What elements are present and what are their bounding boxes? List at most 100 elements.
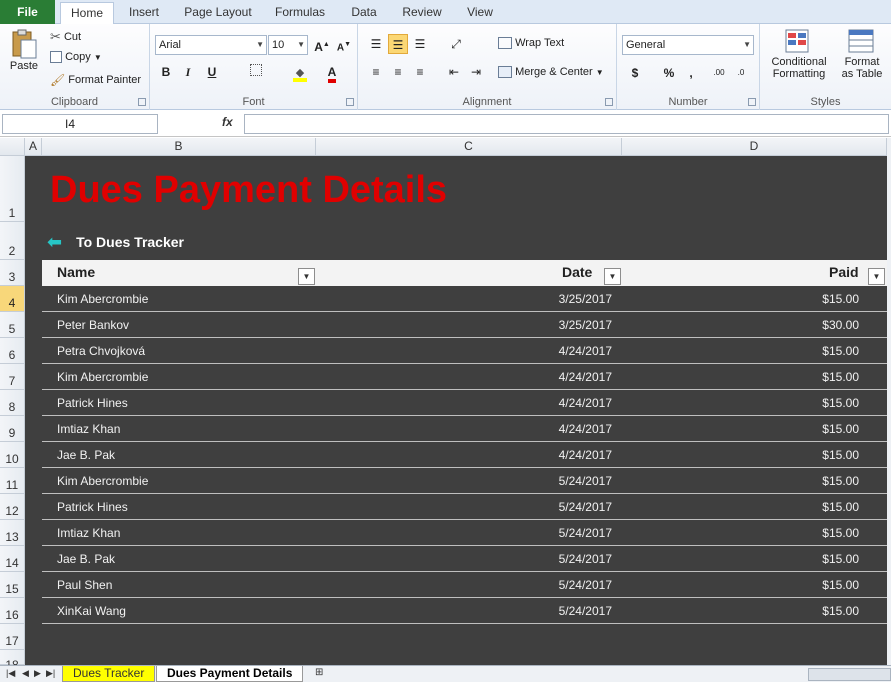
format-as-table-button[interactable]: Format as Table [836, 28, 888, 80]
align-middle-button[interactable]: ☰ [388, 34, 408, 54]
dialog-launcher-icon[interactable] [748, 98, 756, 106]
align-bottom-button[interactable]: ☰ [410, 34, 430, 54]
table-row[interactable]: Patrick Hines 5/24/2017 $15.00 [42, 494, 887, 520]
cell-name[interactable]: Kim Abercrombie [57, 474, 148, 488]
row-header-17[interactable]: 17 [0, 624, 25, 650]
copy-button[interactable]: Copy ▼ [50, 51, 102, 64]
insert-function-button[interactable]: fx [222, 115, 233, 129]
name-box[interactable]: I4 [2, 114, 158, 134]
row-header-4[interactable]: 4 [0, 286, 25, 312]
column-header-c[interactable]: C [316, 138, 622, 156]
font-name-select[interactable]: Arial ▼ [155, 35, 267, 55]
sheet-tab-dues-payment-details[interactable]: Dues Payment Details [156, 666, 304, 682]
cell-name[interactable]: Petra Chvojková [57, 344, 145, 358]
cell-name[interactable]: Jae B. Pak [57, 448, 115, 462]
decrease-indent-button[interactable]: ⇤ [444, 62, 464, 82]
horizontal-scrollbar[interactable] [808, 668, 891, 681]
cell-date[interactable]: 5/24/2017 [512, 526, 612, 540]
worksheet-grid[interactable]: Dues Payment Details ⬅ To Dues Tracker Na… [25, 156, 887, 665]
dialog-launcher-icon[interactable] [605, 98, 613, 106]
row-header-7[interactable]: 7 [0, 364, 25, 390]
cell-date[interactable]: 5/24/2017 [512, 578, 612, 592]
font-size-select[interactable]: 10 ▼ [268, 35, 308, 55]
table-row[interactable]: Paul Shen 5/24/2017 $15.00 [42, 572, 887, 598]
align-top-button[interactable]: ☰ [366, 34, 386, 54]
fill-color-button[interactable]: ◆ [290, 62, 310, 82]
cell-date[interactable]: 5/24/2017 [512, 500, 612, 514]
cell-date[interactable]: 4/24/2017 [512, 370, 612, 384]
cell-name[interactable]: XinKai Wang [57, 604, 126, 618]
tab-data[interactable]: Data [344, 2, 384, 24]
tab-formulas[interactable]: Formulas [270, 2, 330, 24]
borders-button[interactable] [246, 62, 266, 82]
cell-paid[interactable]: $15.00 [822, 344, 859, 358]
align-left-button[interactable]: ≡ [366, 62, 386, 82]
increase-indent-button[interactable]: ⇥ [466, 62, 486, 82]
align-center-button[interactable]: ≡ [388, 62, 408, 82]
cell-paid[interactable]: $30.00 [822, 318, 859, 332]
date-filter-button[interactable]: ▼ [604, 268, 621, 285]
italic-button[interactable]: I [178, 62, 198, 82]
cell-date[interactable]: 4/24/2017 [512, 396, 612, 410]
table-row[interactable]: Petra Chvojková 4/24/2017 $15.00 [42, 338, 887, 364]
format-painter-button[interactable]: 🖌 Format Painter [50, 73, 141, 87]
cell-date[interactable]: 5/24/2017 [512, 474, 612, 488]
table-row[interactable]: Imtiaz Khan 4/24/2017 $15.00 [42, 416, 887, 442]
paid-filter-button[interactable]: ▼ [868, 268, 885, 285]
cell-paid[interactable]: $15.00 [822, 526, 859, 540]
row-header-10[interactable]: 10 [0, 442, 25, 468]
cell-date[interactable]: 4/24/2017 [512, 344, 612, 358]
tab-page-layout[interactable]: Page Layout [180, 2, 256, 24]
row-header-1[interactable]: 1 [0, 156, 25, 222]
row-header-6[interactable]: 6 [0, 338, 25, 364]
cut-button[interactable]: ✂ Cut [50, 29, 81, 45]
row-header-18[interactable]: 18 [0, 650, 25, 672]
column-header-a[interactable]: A [25, 138, 42, 156]
tab-view[interactable]: View [460, 2, 500, 24]
cell-paid[interactable]: $15.00 [822, 500, 859, 514]
table-row[interactable]: Imtiaz Khan 5/24/2017 $15.00 [42, 520, 887, 546]
cell-name[interactable]: Patrick Hines [57, 500, 128, 514]
column-header-b[interactable]: B [42, 138, 316, 156]
cell-paid[interactable]: $15.00 [822, 370, 859, 384]
row-header-11[interactable]: 11 [0, 468, 25, 494]
cell-date[interactable]: 4/24/2017 [512, 422, 612, 436]
formula-input[interactable] [244, 114, 889, 134]
cell-paid[interactable]: $15.00 [822, 292, 859, 306]
cell-paid[interactable]: $15.00 [822, 422, 859, 436]
cell-name[interactable]: Jae B. Pak [57, 552, 115, 566]
underline-button[interactable]: U [202, 62, 222, 82]
tab-review[interactable]: Review [396, 2, 448, 24]
cell-name[interactable]: Kim Abercrombie [57, 292, 148, 306]
cell-date[interactable]: 3/25/2017 [512, 318, 612, 332]
next-sheet-icon[interactable]: ▶ [34, 668, 41, 679]
cell-date[interactable]: 5/24/2017 [512, 552, 612, 566]
shrink-font-button[interactable]: A▼ [334, 35, 354, 55]
paste-button[interactable]: Paste [6, 28, 42, 72]
cell-name[interactable]: Patrick Hines [57, 396, 128, 410]
decrease-decimal-button[interactable]: .0 [731, 63, 751, 83]
cell-date[interactable]: 3/25/2017 [512, 292, 612, 306]
first-sheet-icon[interactable]: |◀ [6, 668, 15, 679]
name-filter-button[interactable]: ▼ [298, 268, 315, 285]
table-row[interactable]: Jae B. Pak 5/24/2017 $15.00 [42, 546, 887, 572]
number-format-select[interactable]: General ▼ [622, 35, 754, 55]
percent-button[interactable]: % [659, 63, 679, 83]
cell-paid[interactable]: $15.00 [822, 474, 859, 488]
row-header-9[interactable]: 9 [0, 416, 25, 442]
sheet-tab-dues-tracker[interactable]: Dues Tracker [62, 666, 156, 682]
cell-name[interactable]: Imtiaz Khan [57, 422, 120, 436]
cell-date[interactable]: 4/24/2017 [512, 448, 612, 462]
row-header-15[interactable]: 15 [0, 572, 25, 598]
table-row[interactable]: Peter Bankov 3/25/2017 $30.00 [42, 312, 887, 338]
row-header-8[interactable]: 8 [0, 390, 25, 416]
row-header-3[interactable]: 3 [0, 260, 25, 286]
row-header-16[interactable]: 16 [0, 598, 25, 624]
row-header-12[interactable]: 12 [0, 494, 25, 520]
cell-paid[interactable]: $15.00 [822, 396, 859, 410]
currency-button[interactable]: $ [625, 63, 645, 83]
row-header-5[interactable]: 5 [0, 312, 25, 338]
font-color-button[interactable]: A [322, 62, 342, 83]
align-right-button[interactable]: ≡ [410, 62, 430, 82]
increase-decimal-button[interactable]: .00 [709, 63, 729, 83]
